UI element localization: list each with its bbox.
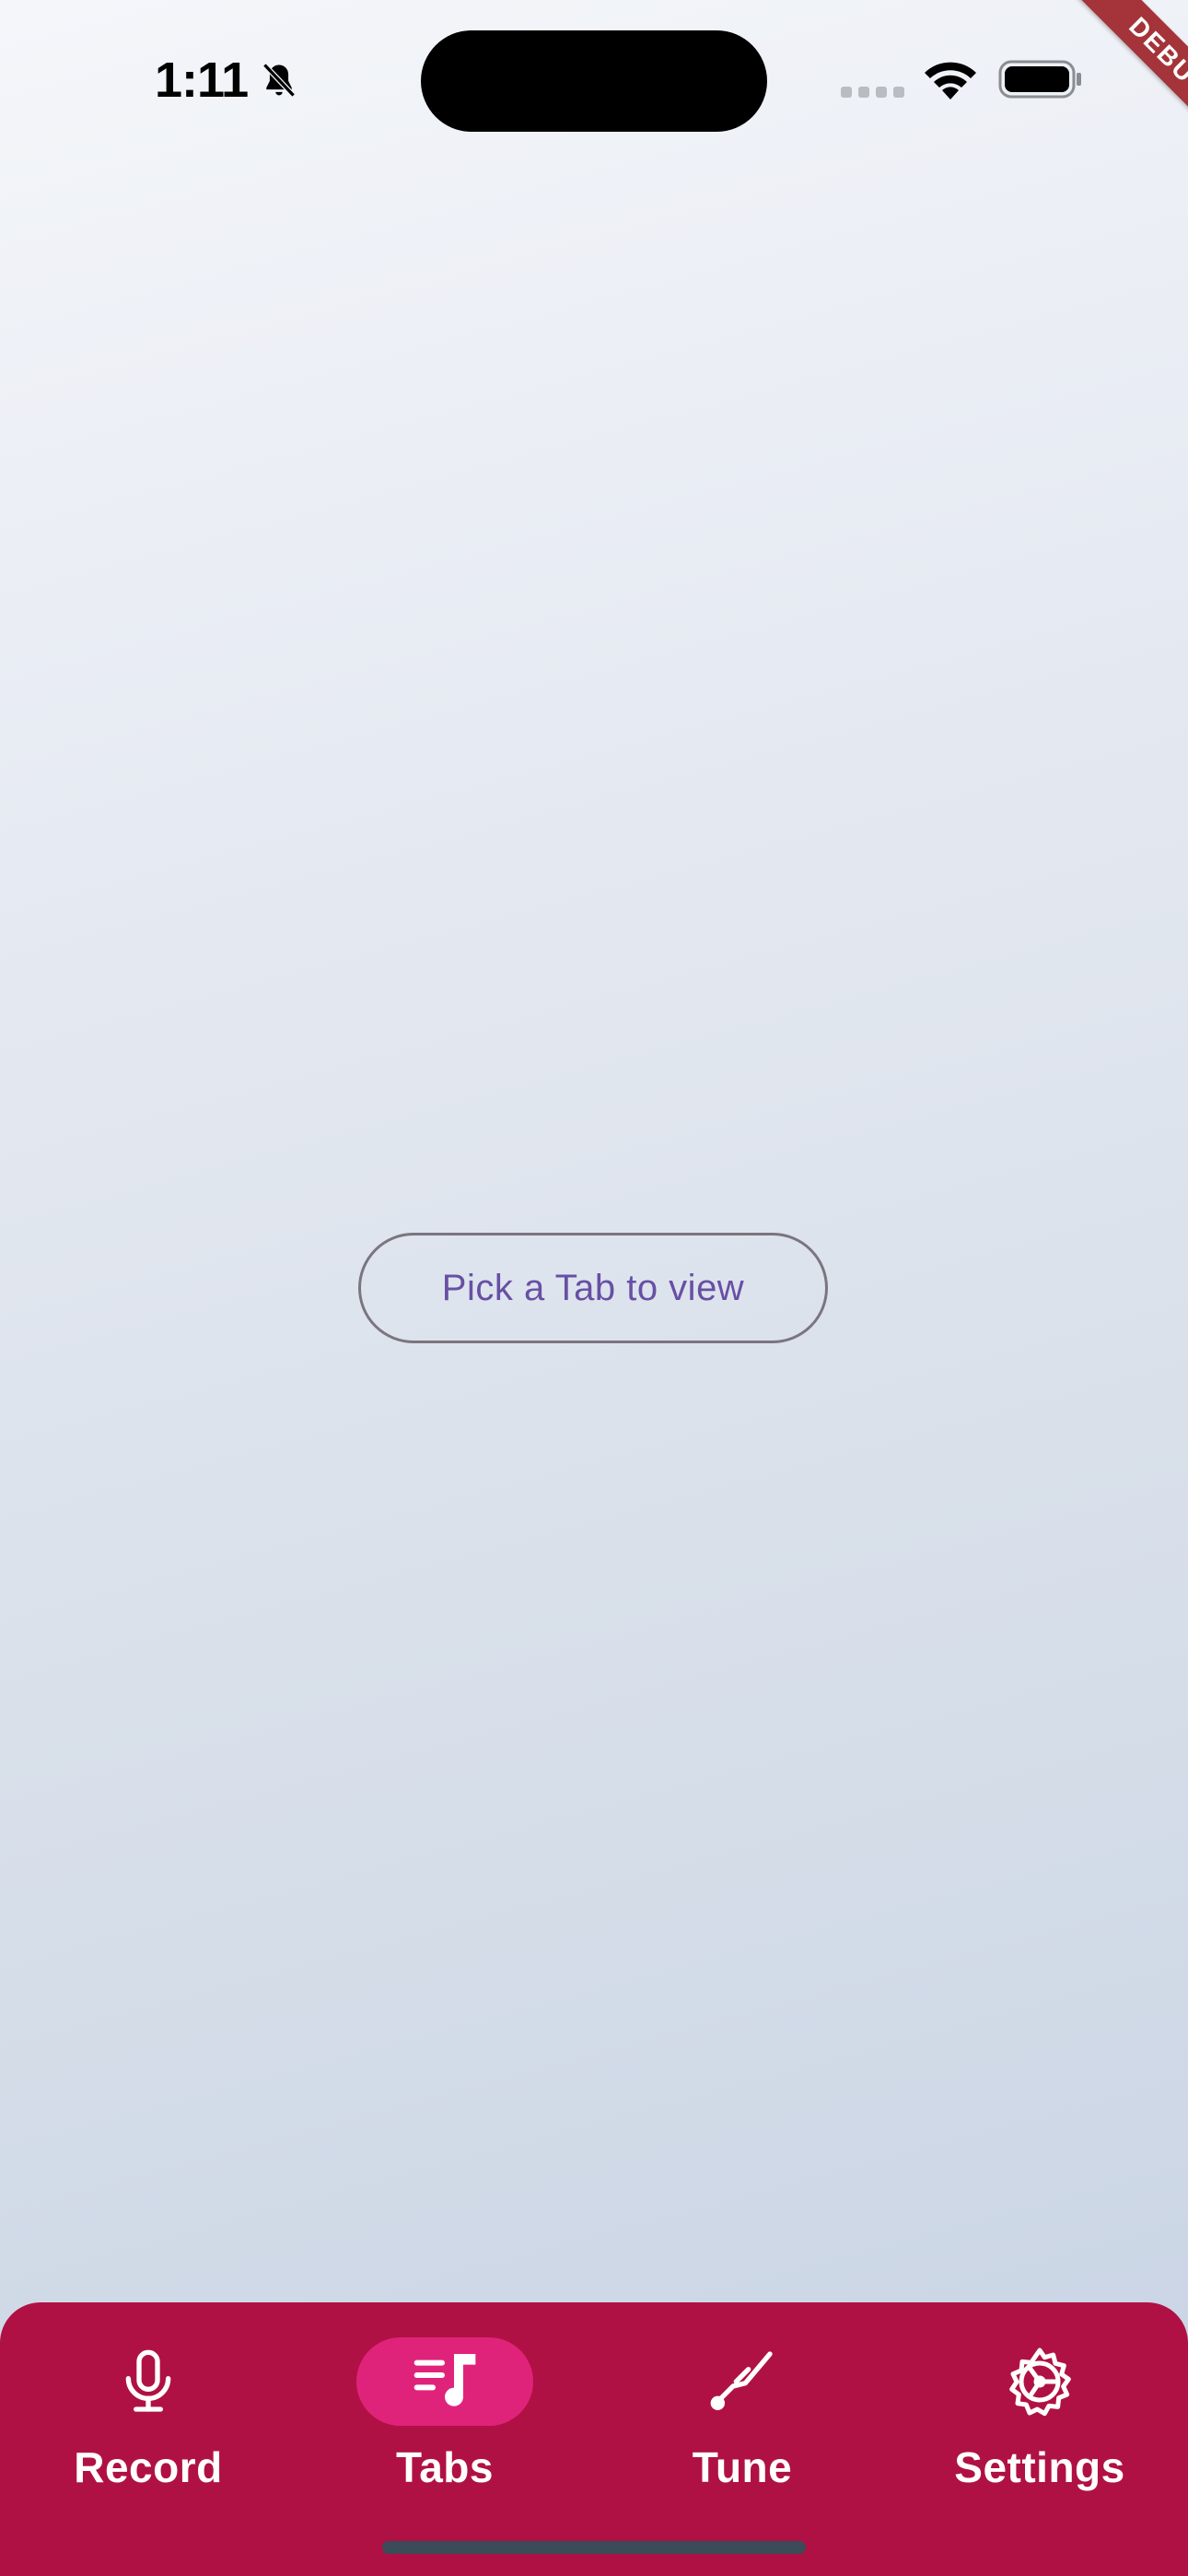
nav-icon-container xyxy=(654,2337,831,2426)
nav-label-settings: Settings xyxy=(954,2443,1125,2491)
wifi-icon xyxy=(925,62,976,100)
nav-item-tabs[interactable]: Tabs xyxy=(297,2302,593,2514)
nav-icon-container xyxy=(951,2337,1128,2426)
status-time: 1:11 xyxy=(155,53,249,108)
nav-item-settings[interactable]: Settings xyxy=(891,2302,1188,2514)
music-notes-list-icon xyxy=(413,2354,476,2406)
nav-item-tune[interactable]: Tune xyxy=(594,2302,891,2514)
microphone-icon xyxy=(125,2349,171,2412)
debug-label: DEBUG xyxy=(1056,0,1188,166)
cellular-signal-icon xyxy=(841,87,904,98)
gear-icon xyxy=(1009,2348,1071,2417)
debug-banner: DEBUG xyxy=(1022,0,1188,166)
pick-tab-button[interactable]: Pick a Tab to view xyxy=(358,1233,828,1343)
nav-label-tune: Tune xyxy=(692,2443,793,2491)
bottom-navigation-bar: Record Tabs Tune Settings xyxy=(0,2302,1188,2576)
nav-icon-container-active xyxy=(356,2337,533,2426)
time-group: 1:11 xyxy=(155,48,299,112)
nav-item-record[interactable]: Record xyxy=(0,2302,297,2514)
nav-label-tabs: Tabs xyxy=(396,2443,494,2491)
bell-slash-icon xyxy=(262,63,296,98)
home-indicator[interactable] xyxy=(382,2541,806,2554)
nav-label-record: Record xyxy=(74,2443,223,2491)
nav-icon-container xyxy=(60,2337,237,2426)
dynamic-island xyxy=(421,30,767,132)
status-bar: 1:11 xyxy=(0,0,1188,161)
tuning-fork-icon xyxy=(710,2351,773,2410)
